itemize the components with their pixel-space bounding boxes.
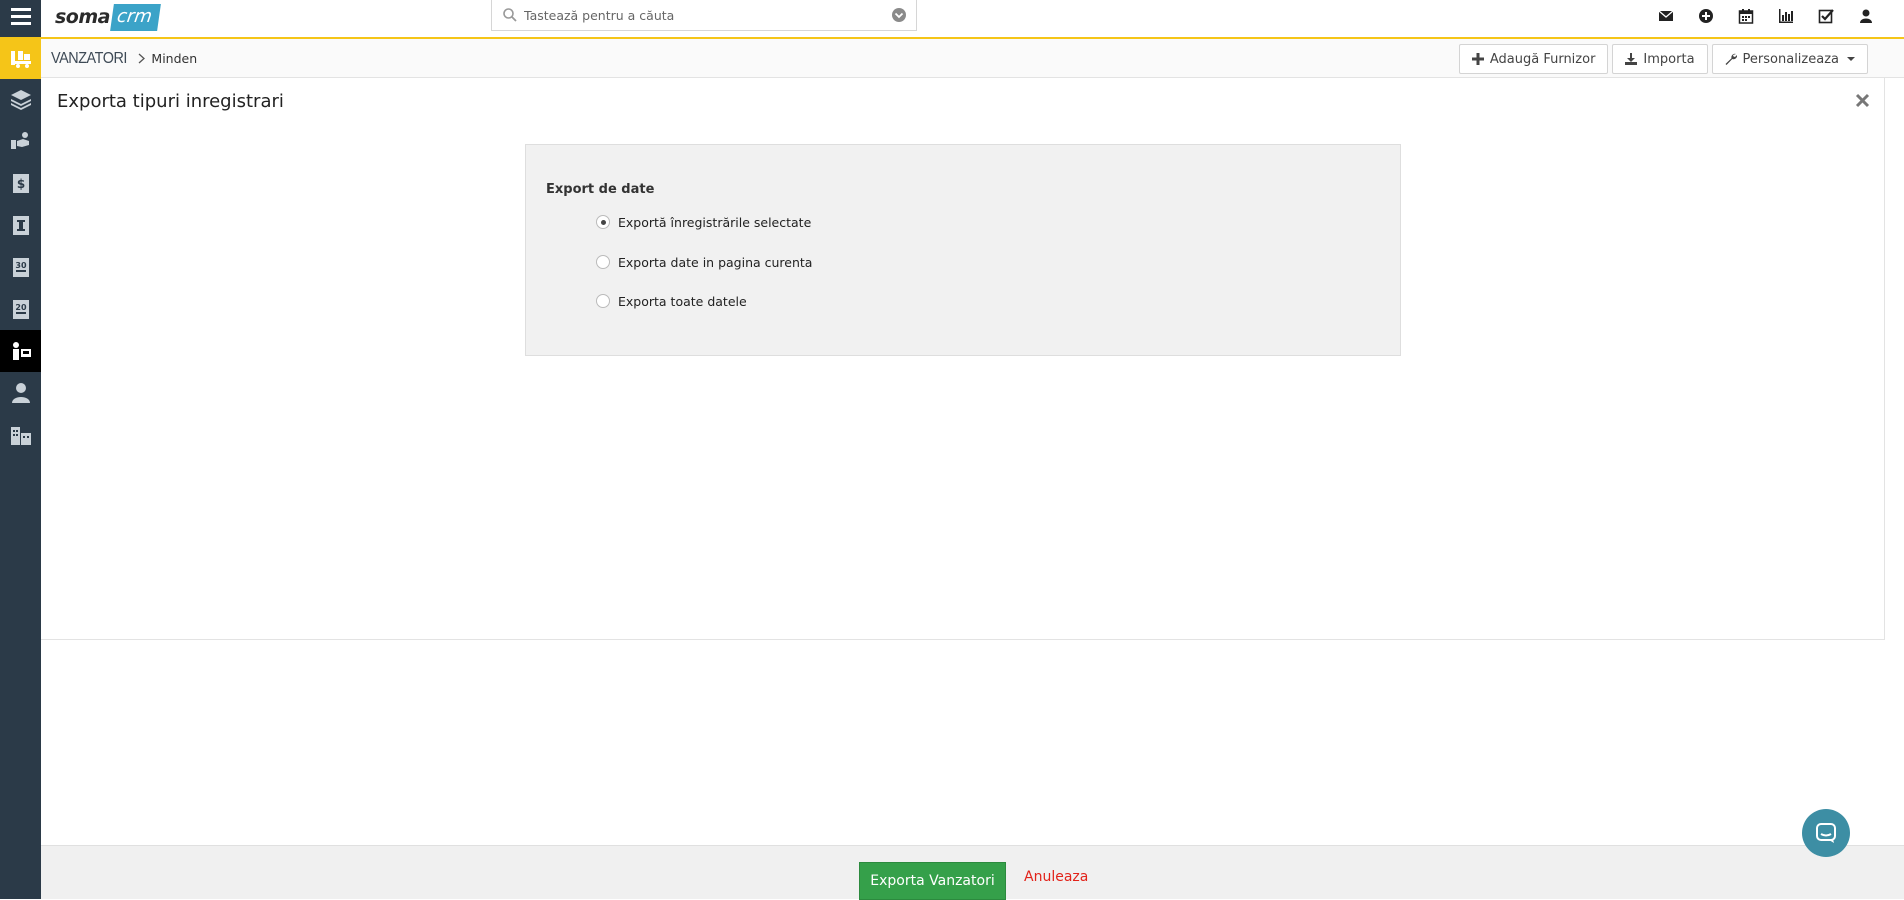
export-panel: Exporta tipuri inregistrari Export de da…	[41, 78, 1885, 640]
add-supplier-button[interactable]: Adaugă Furnizor	[1458, 44, 1609, 74]
chevron-right-icon	[138, 53, 146, 64]
export-current-page-label: Exporta date in pagina curenta	[618, 254, 813, 270]
export-all-option[interactable]: Exporta toate datele	[596, 291, 747, 311]
sidebar-item-documents[interactable]	[0, 204, 41, 246]
caret-down-icon	[1847, 57, 1855, 61]
sidebar-item-docs-30[interactable]: 30	[0, 246, 41, 288]
cancel-link[interactable]: Anuleaza	[1024, 869, 1088, 885]
action-buttons: Adaugă Furnizor Importa Personalizeaza	[1458, 44, 1868, 74]
radio-current-page[interactable]	[596, 255, 610, 269]
checkbox-icon[interactable]	[1806, 0, 1846, 31]
breadcrumb: VANZATORI Minden	[51, 39, 197, 78]
sidebar: $ 30 20	[0, 0, 41, 899]
close-button[interactable]	[1853, 91, 1871, 109]
breadcrumb-module[interactable]: VANZATORI	[51, 50, 127, 68]
import-button[interactable]: Importa	[1612, 44, 1708, 74]
download-icon	[1625, 53, 1638, 65]
export-options-box: Export de date Exportă înregistrările se…	[525, 144, 1401, 356]
breadcrumb-view[interactable]: Minden	[151, 51, 197, 66]
export-selected-option[interactable]: Exportă înregistrările selectate	[596, 212, 811, 232]
user-icon[interactable]	[1846, 0, 1886, 31]
invoice-icon: $	[12, 174, 29, 193]
building-icon	[10, 427, 31, 445]
import-label: Importa	[1643, 51, 1695, 67]
radio-selected[interactable]	[596, 215, 610, 229]
top-icons	[1646, 0, 1886, 31]
hand-icon	[10, 132, 29, 149]
plus-icon	[1471, 53, 1484, 65]
svg-text:$: $	[16, 177, 24, 191]
suppliers-icon	[10, 51, 31, 68]
customize-label: Personalizeaza	[1742, 51, 1839, 67]
sidebar-item-suppliers[interactable]	[0, 37, 41, 79]
sidebar-item-deals[interactable]	[0, 120, 41, 162]
search-bar	[491, 0, 917, 31]
calendar-icon[interactable]	[1726, 0, 1766, 31]
logo-text: soma	[55, 6, 110, 28]
export-selected-label: Exportă înregistrările selectate	[618, 214, 812, 230]
export-all-label: Exporta toate datele	[618, 293, 747, 309]
sidebar-item-contacts[interactable]	[0, 372, 41, 414]
layers-icon	[10, 90, 31, 110]
logo[interactable]: soma crm	[55, 0, 161, 34]
chat-icon	[1816, 823, 1836, 843]
menu-icon[interactable]	[0, 0, 41, 31]
vendor-icon	[12, 342, 31, 360]
sidebar-item-docs-20[interactable]: 20	[0, 288, 41, 330]
logo-badge: crm	[110, 3, 161, 31]
bar-chart-icon[interactable]	[1766, 0, 1806, 31]
footer-bar: Exporta Vanzatori Anuleaza	[41, 845, 1904, 900]
radio-all[interactable]	[596, 294, 610, 308]
chevron-down-circle-icon[interactable]	[891, 7, 907, 23]
sidebar-item-companies[interactable]	[0, 414, 41, 456]
panel-title: Exporta tipuri inregistrari	[57, 91, 284, 112]
export-current-page-option[interactable]: Exporta date in pagina curenta	[596, 252, 812, 272]
search-input[interactable]	[524, 1, 891, 29]
document-20-icon: 20	[12, 300, 29, 319]
export-button[interactable]: Exporta Vanzatori	[859, 862, 1006, 900]
document-icon	[12, 216, 29, 235]
add-supplier-label: Adaugă Furnizor	[1489, 51, 1596, 67]
mail-icon[interactable]	[1646, 0, 1686, 31]
sub-bar: VANZATORI Minden Adaugă Furnizor Importa…	[41, 39, 1904, 78]
chat-button[interactable]	[1802, 809, 1850, 857]
svg-text:20: 20	[15, 303, 27, 312]
sidebar-item-products[interactable]	[0, 78, 41, 120]
document-30-icon: 30	[12, 258, 29, 277]
close-icon	[1855, 93, 1869, 107]
top-bar: soma crm	[41, 0, 1904, 39]
customize-dropdown[interactable]: Personalizeaza	[1711, 44, 1868, 74]
sidebar-item-invoices[interactable]: $	[0, 162, 41, 204]
search-icon	[503, 8, 517, 22]
export-section-label: Export de date	[546, 182, 655, 197]
person-icon	[11, 383, 30, 403]
svg-text:30: 30	[15, 261, 27, 270]
plus-circle-icon[interactable]	[1686, 0, 1726, 31]
wrench-icon	[1725, 53, 1737, 65]
sidebar-item-vendors[interactable]	[0, 330, 41, 372]
